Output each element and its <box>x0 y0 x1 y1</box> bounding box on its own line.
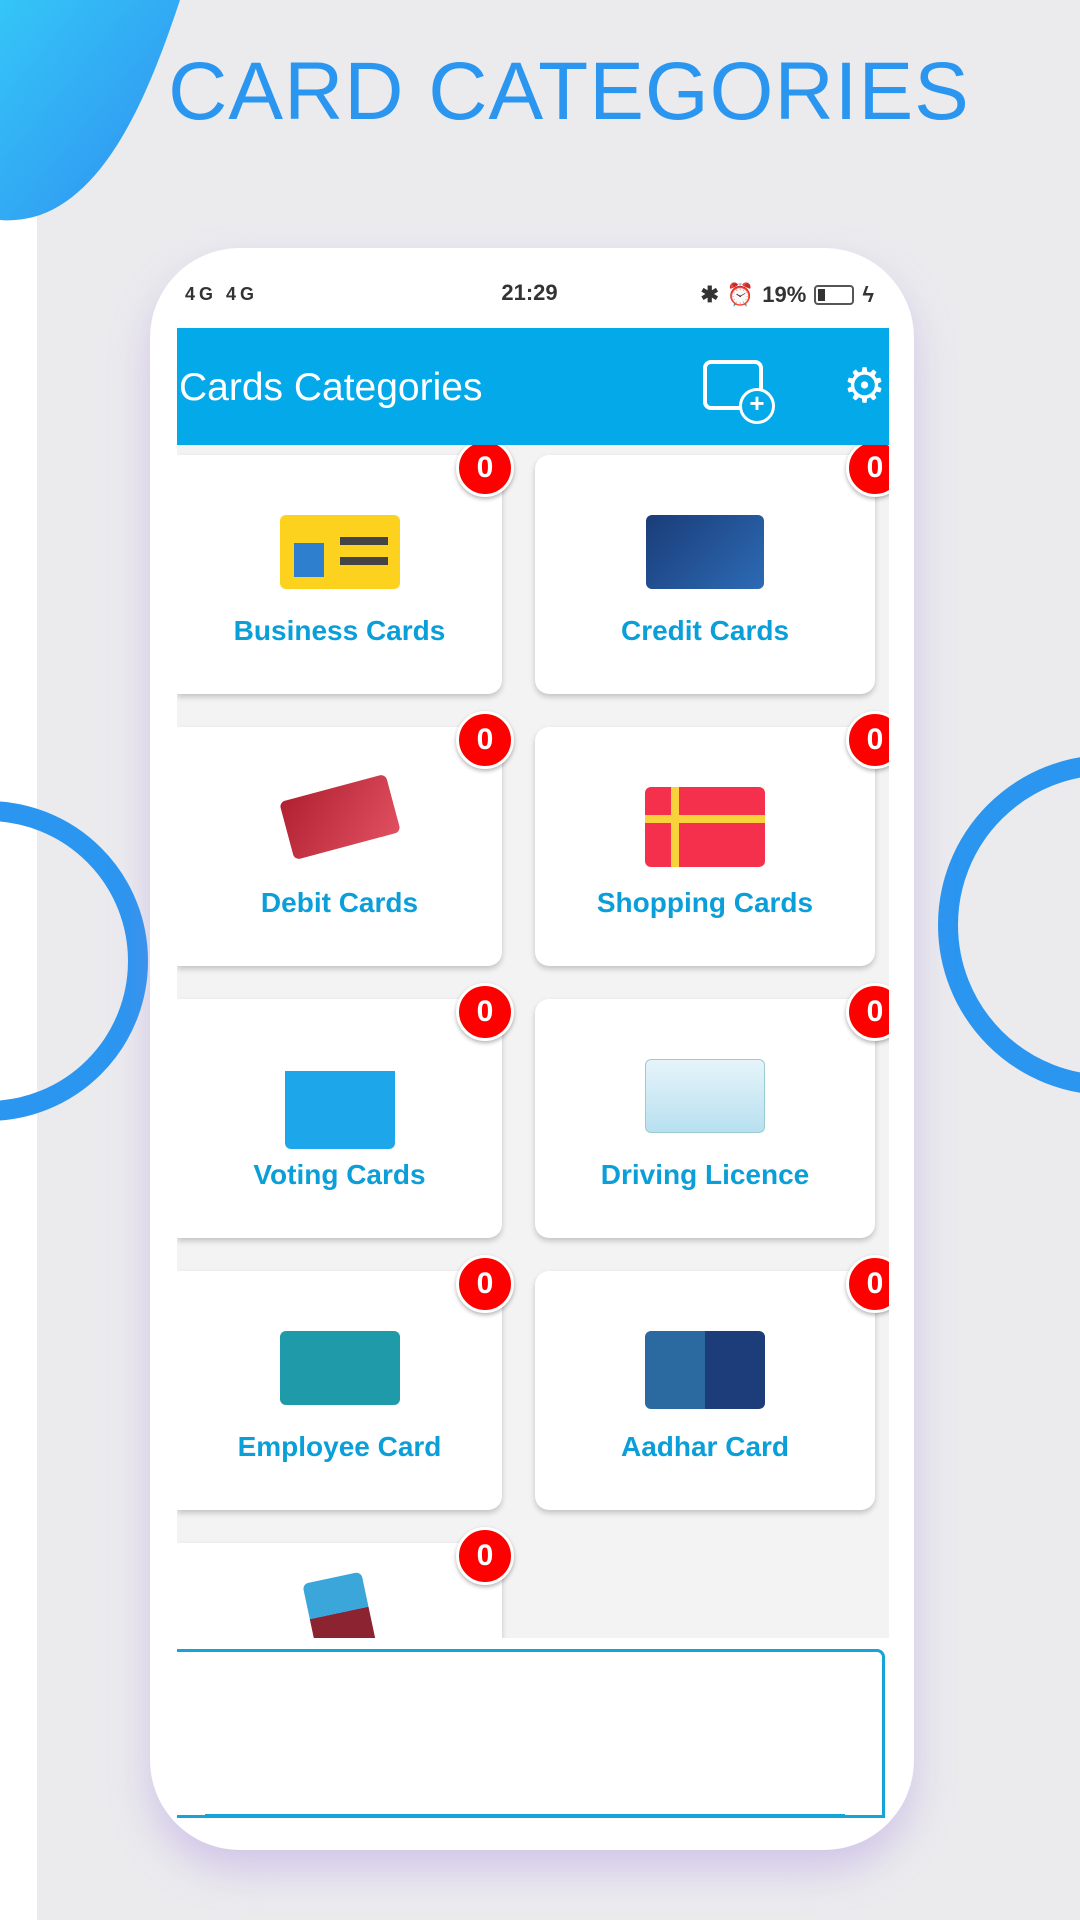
passport-icon <box>301 1571 378 1638</box>
debit-card-icon <box>278 773 401 861</box>
category-name: Employee Card <box>237 1431 442 1462</box>
count-badge: 0 <box>456 1255 514 1313</box>
business-card-icon <box>279 515 400 589</box>
battery-icon <box>814 285 855 305</box>
category-grid: Business Cards 0 Credit Cards 0 Debit Cards 0… <box>177 445 889 1638</box>
count-badge: 0 <box>456 1527 514 1585</box>
category-name: Credit Cards <box>620 615 790 646</box>
category-card[interactable]: Voting Cards <box>177 999 502 1238</box>
phone-frame: 4G 4G 21:29 ✱⏰19%ϟ Cards Categories ⚙ Bu… <box>150 248 914 1850</box>
app-bar: Cards Categories ⚙ <box>177 328 889 445</box>
count-badge: 0 <box>456 711 514 769</box>
category-card[interactable]: Business Cards <box>177 455 502 694</box>
status-bar: 4G 4G 21:29 ✱ ⏰ 19% ϟ <box>185 278 874 314</box>
category-name: Voting Cards <box>253 1159 426 1190</box>
app-title: Cards Categories <box>179 366 483 409</box>
category-card[interactable] <box>177 1543 502 1638</box>
decorative-ring-right <box>938 757 1080 1093</box>
employee-id-icon <box>279 1331 400 1405</box>
credit-card-icon <box>646 515 764 589</box>
category-card[interactable]: Employee Card <box>177 1271 502 1510</box>
driving-license-icon <box>645 1059 765 1133</box>
add-contact-card-icon[interactable] <box>703 360 775 424</box>
battery-percent: 19% <box>762 282 807 307</box>
ballot-box-icon <box>284 1049 395 1149</box>
category-card[interactable]: Debit Cards <box>177 727 502 966</box>
category-name: Debit Cards <box>260 887 419 918</box>
bluetooth-icon: ✱ <box>700 282 719 307</box>
count-badge: 0 <box>456 445 514 497</box>
ad-banner <box>177 1649 885 1818</box>
ad-banner-underline <box>205 1814 845 1817</box>
gear-icon[interactable]: ⚙ <box>843 358 886 414</box>
alarm-icon: ⏰ <box>726 282 755 307</box>
category-name: Shopping Cards <box>596 887 814 918</box>
category-name: Driving Licence <box>600 1159 810 1190</box>
category-card[interactable]: Driving Licence <box>535 999 875 1238</box>
category-name: Business Cards <box>233 615 446 646</box>
category-card[interactable]: Shopping Cards <box>535 727 875 966</box>
category-card[interactable]: Aadhar Card <box>535 1271 875 1510</box>
category-card[interactable]: Credit Cards <box>535 455 875 694</box>
category-name: Aadhar Card <box>620 1431 790 1462</box>
page-headline: CARD CATEGORIES <box>168 46 970 137</box>
count-badge: 0 <box>456 983 514 1041</box>
charging-icon: ϟ <box>862 282 874 307</box>
aadhar-card-icon <box>645 1331 765 1409</box>
background-strip <box>0 0 37 1920</box>
gift-card-icon <box>645 787 765 867</box>
